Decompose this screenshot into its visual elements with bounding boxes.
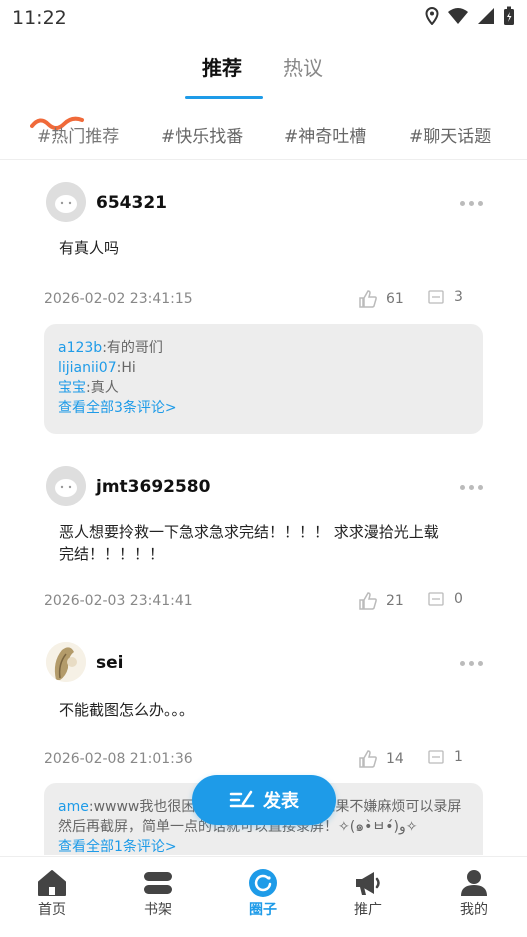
home-icon — [22, 867, 82, 899]
battery-icon — [503, 6, 515, 26]
tab-underline — [185, 96, 263, 99]
comment-count: 3 — [454, 289, 463, 305]
more-options-icon[interactable] — [460, 199, 486, 207]
comment-icon — [428, 290, 444, 304]
tab-hot-discussion[interactable]: 热议 — [283, 52, 323, 81]
post-feed[interactable]: 654321 有真人吗 2026-02-02 23:41:15 61 3 a12… — [0, 165, 527, 855]
view-all-comments-link[interactable]: 查看全部1条评论> — [58, 837, 469, 855]
comment-text: 有的哥们 — [106, 340, 163, 356]
username[interactable]: jmt3692580 — [96, 477, 210, 497]
nav-bookshelf[interactable]: 书架 — [128, 867, 188, 919]
thumbs-up-icon — [359, 750, 377, 768]
comment-preview[interactable]: a123b:有的哥们 lijianii07:Hi 宝宝:真人 查看全部3条评论> — [44, 324, 483, 434]
tab-recommend[interactable]: 推荐 — [202, 52, 242, 81]
publish-button[interactable]: 发表 — [192, 775, 336, 825]
profile-icon — [444, 867, 504, 899]
avatar[interactable] — [46, 466, 86, 506]
post-date: 2026-02-02 23:41:15 — [44, 291, 193, 307]
nav-label: 圈子 — [249, 902, 277, 918]
view-all-comments-link[interactable]: 查看全部3条评论> — [58, 398, 469, 418]
like-count: 21 — [386, 593, 404, 609]
username[interactable]: 654321 — [96, 193, 167, 213]
status-icons — [425, 6, 515, 26]
comment-line: a123b:有的哥们 — [58, 338, 469, 358]
comment-button[interactable]: 3 — [428, 289, 463, 305]
commenter-name[interactable]: ame — [58, 799, 89, 815]
thumbs-up-icon — [359, 290, 377, 308]
comment-button[interactable]: 1 — [428, 749, 463, 765]
wifi-icon — [447, 7, 469, 25]
signal-icon — [477, 7, 495, 25]
comment-icon — [428, 750, 444, 764]
bottom-nav: 首页 书架 圈子 推广 我的 — [0, 856, 527, 937]
nav-promotion[interactable]: 推广 — [338, 867, 398, 919]
topic-rant[interactable]: #神奇吐槽 — [284, 122, 366, 147]
like-button[interactable]: 14 — [358, 749, 404, 769]
post-content: 不能截图怎么办。。。 — [59, 701, 195, 719]
comment-button[interactable]: 0 — [428, 591, 463, 607]
like-button[interactable]: 21 — [358, 591, 404, 611]
like-count: 14 — [386, 751, 404, 767]
username[interactable]: sei — [96, 653, 123, 673]
status-bar: 11:22 — [0, 0, 527, 36]
nav-home[interactable]: 首页 — [22, 867, 82, 919]
comment-text: Hi — [121, 360, 136, 376]
circle-icon — [233, 867, 293, 899]
megaphone-icon — [338, 867, 398, 899]
topic-chat[interactable]: #聊天话题 — [409, 122, 491, 147]
bookshelf-icon — [128, 867, 188, 899]
comment-line: lijianii07:Hi — [58, 358, 469, 378]
like-count: 61 — [386, 291, 404, 307]
publish-label: 发表 — [263, 791, 299, 812]
topic-hot-recommend[interactable]: #热门推荐 — [37, 122, 119, 147]
nav-circle[interactable]: 圈子 — [233, 867, 293, 919]
top-tabs: 推荐 热议 — [0, 44, 527, 104]
status-time: 11:22 — [12, 7, 67, 29]
post-date: 2026-02-03 23:41:41 — [44, 593, 193, 609]
topic-bar: #热门推荐 #快乐找番 #神奇吐槽 #聊天话题 — [0, 110, 527, 160]
commenter-name[interactable]: lijianii07 — [58, 360, 117, 376]
post-content: 有真人吗 — [59, 239, 120, 257]
comment-text: 真人 — [90, 380, 119, 396]
like-button[interactable]: 61 — [358, 289, 404, 309]
avatar[interactable] — [46, 642, 86, 682]
commenter-name[interactable]: a123b — [58, 340, 102, 356]
topic-find-anime[interactable]: #快乐找番 — [161, 122, 243, 147]
compose-icon — [229, 790, 255, 808]
comment-count: 0 — [454, 591, 463, 607]
nav-label: 我的 — [460, 902, 488, 918]
nav-label: 书架 — [144, 902, 172, 918]
thumbs-up-icon — [359, 592, 377, 610]
more-options-icon[interactable] — [460, 659, 486, 667]
comment-count: 1 — [454, 749, 463, 765]
post-date: 2026-02-08 21:01:36 — [44, 751, 193, 767]
nav-profile[interactable]: 我的 — [444, 867, 504, 919]
comment-line: 宝宝:真人 — [58, 378, 469, 398]
location-icon — [425, 7, 439, 25]
avatar[interactable] — [46, 182, 86, 222]
comment-icon — [428, 592, 444, 606]
post-content: 恶人想要拎救一下急求急求完结！！！！ 求求漫拾光上载完结！！！！！ — [59, 523, 439, 563]
nav-label: 首页 — [38, 902, 66, 918]
commenter-name[interactable]: 宝宝 — [58, 380, 86, 396]
more-options-icon[interactable] — [460, 483, 486, 491]
nav-label: 推广 — [354, 902, 382, 918]
